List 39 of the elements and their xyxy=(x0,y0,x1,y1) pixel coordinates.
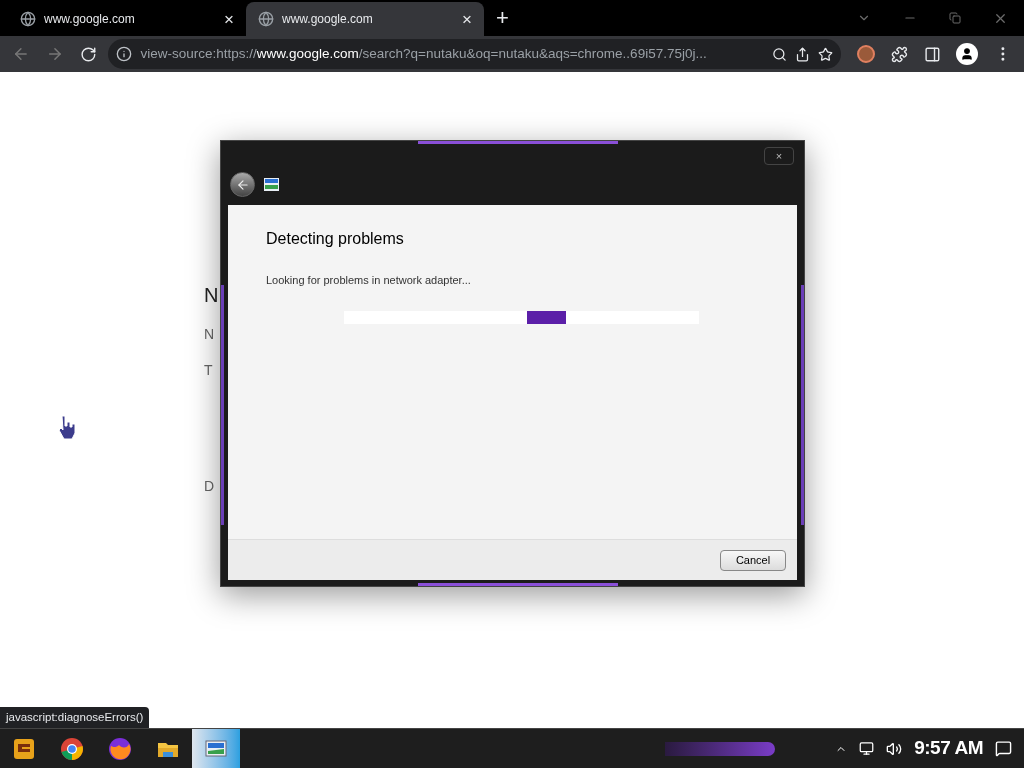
page-text: D xyxy=(204,479,216,493)
url-text: view-source:https://www.google.com/search?q=nutaku&oq=nutaku&aqs=chrome..69i57.75j0j... xyxy=(140,44,708,63)
tab-title: www.google.com xyxy=(282,11,374,28)
status-url: javascript:diagnoseErrors() xyxy=(0,707,150,728)
network-icon[interactable] xyxy=(859,741,875,756)
info-icon xyxy=(116,46,133,62)
close-icon[interactable]: × xyxy=(462,10,472,28)
browser-tab[interactable]: www.google.com × xyxy=(246,2,484,36)
globe-icon xyxy=(20,11,36,27)
tab-title: www.google.com xyxy=(44,11,136,28)
back-button[interactable] xyxy=(230,172,255,197)
avatar-icon[interactable] xyxy=(856,45,875,63)
star-icon[interactable] xyxy=(817,46,833,62)
reload-icon[interactable] xyxy=(79,45,97,63)
profile-icon[interactable] xyxy=(956,43,979,65)
back-icon[interactable] xyxy=(12,45,30,63)
firefox-icon xyxy=(107,735,133,762)
clock[interactable]: 9:57 AM xyxy=(914,734,983,763)
extensions-icon[interactable] xyxy=(890,45,908,63)
chrome-icon xyxy=(59,735,85,762)
network-app-icon xyxy=(264,178,279,191)
globe-icon xyxy=(258,11,274,27)
page-text: N xyxy=(204,285,219,305)
share-icon[interactable] xyxy=(794,46,810,62)
dialog-heading: Detecting problems xyxy=(266,229,405,249)
cancel-button[interactable]: Cancel xyxy=(720,549,786,571)
search-icon[interactable] xyxy=(771,46,787,62)
status-message: Looking for problems in network adapter... xyxy=(266,273,472,288)
new-tab-button[interactable]: + xyxy=(496,7,509,29)
close-button[interactable]: × xyxy=(764,147,794,165)
page-text: T xyxy=(204,363,214,377)
address-bar[interactable]: view-source:https://www.google.com/search?q=nutaku&oq=nutaku&aqs=chrome..69i57.75j0j... xyxy=(108,39,841,69)
page-text: N xyxy=(204,327,216,341)
side-panel-icon[interactable] xyxy=(923,45,941,63)
close-icon[interactable]: × xyxy=(224,10,234,28)
restore-icon[interactable] xyxy=(949,12,961,24)
notification-icon[interactable] xyxy=(995,740,1012,757)
volume-icon[interactable] xyxy=(886,740,903,757)
taskbar-button[interactable] xyxy=(192,728,240,768)
